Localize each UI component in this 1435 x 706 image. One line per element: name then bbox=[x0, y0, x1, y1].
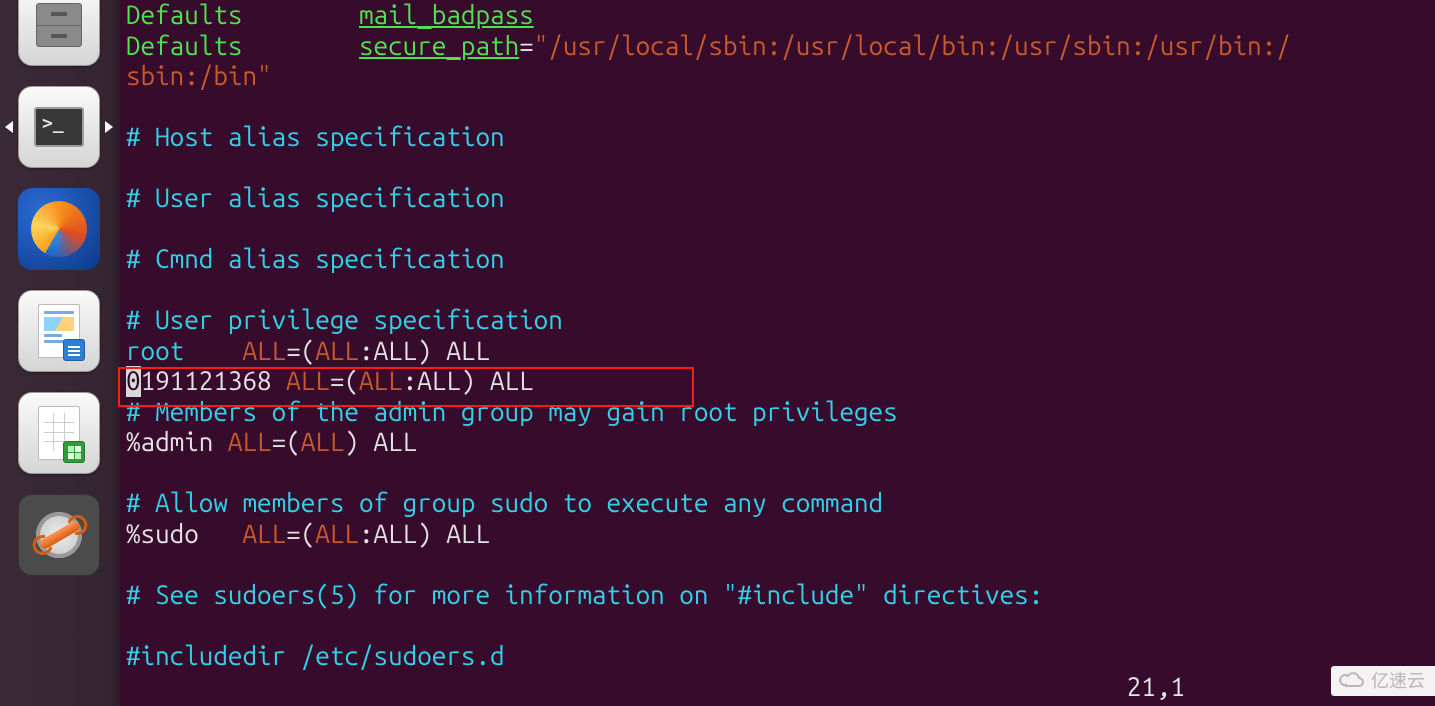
t: ALL bbox=[286, 366, 330, 395]
settings-icon[interactable] bbox=[18, 494, 100, 576]
t: ALL) ALL bbox=[374, 336, 490, 365]
t: Defaults bbox=[126, 31, 242, 60]
t: Defaults bbox=[126, 0, 242, 29]
t: ALL bbox=[243, 336, 287, 365]
watermark: 亿速云 bbox=[1331, 666, 1435, 696]
calc-icon[interactable] bbox=[18, 392, 100, 474]
t: ALL bbox=[359, 366, 403, 395]
t: ALL bbox=[315, 519, 359, 548]
t: ALL bbox=[228, 427, 272, 456]
firefox-glyph bbox=[31, 201, 87, 257]
cursor-position: 21,1 bbox=[1127, 672, 1185, 703]
firefox-icon[interactable] bbox=[18, 188, 100, 270]
t: ALL bbox=[301, 427, 345, 456]
t: = bbox=[519, 31, 534, 60]
file-cabinet-glyph bbox=[36, 3, 82, 47]
writer-glyph bbox=[38, 304, 80, 358]
t: ALL bbox=[374, 427, 418, 456]
terminal-icon[interactable] bbox=[18, 86, 100, 168]
t: #includedir /etc/sudoers.d bbox=[126, 641, 505, 670]
t: # Members of the admin group may gain ro… bbox=[126, 397, 898, 426]
t: "/usr/local/sbin:/usr/local/bin:/usr/sbi… bbox=[534, 31, 1291, 60]
terminal-editor-pane[interactable]: Defaults mail_badpass Defaults secure_pa… bbox=[120, 0, 1435, 706]
t: # Cmnd alias specification bbox=[126, 244, 505, 273]
gear-wrench-glyph bbox=[32, 508, 86, 562]
t: secure_path bbox=[359, 31, 519, 60]
t: %sudo bbox=[126, 519, 242, 548]
t: : bbox=[403, 366, 418, 395]
t: ALL bbox=[242, 519, 286, 548]
focused-indicator-right bbox=[105, 121, 113, 133]
t: 191121368 bbox=[141, 366, 287, 395]
t: : bbox=[359, 519, 374, 548]
watermark-text: 亿速云 bbox=[1371, 671, 1425, 691]
unity-launcher bbox=[0, 0, 120, 706]
running-indicator-left bbox=[5, 121, 13, 133]
editor-content: Defaults mail_badpass Defaults secure_pa… bbox=[126, 0, 1429, 671]
files-icon[interactable] bbox=[18, 0, 100, 66]
t: =( bbox=[272, 427, 301, 456]
t: =( bbox=[330, 366, 359, 395]
cursor: 0 bbox=[126, 366, 141, 397]
t: # Allow members of group sudo to execute… bbox=[126, 488, 883, 517]
t: root bbox=[126, 336, 184, 365]
cloud-icon bbox=[1339, 670, 1365, 690]
t: =( bbox=[286, 336, 315, 365]
t: ALL) ALL bbox=[374, 519, 490, 548]
t: sbin:/bin" bbox=[126, 61, 272, 90]
t: # User alias specification bbox=[126, 183, 505, 212]
writer-icon[interactable] bbox=[18, 290, 100, 372]
t: : bbox=[359, 336, 374, 365]
t: =( bbox=[286, 519, 315, 548]
terminal-glyph bbox=[34, 107, 84, 147]
t: # See sudoers(5) for more information on… bbox=[126, 580, 1043, 609]
t: mail_badpass bbox=[359, 0, 534, 29]
calc-glyph bbox=[38, 406, 80, 460]
t: ALL) ALL bbox=[417, 366, 533, 395]
t: ALL bbox=[315, 336, 359, 365]
t: # User privilege specification bbox=[126, 305, 563, 334]
t: ) bbox=[344, 427, 373, 456]
t: %admin bbox=[126, 427, 228, 456]
t: # Host alias specification bbox=[126, 122, 505, 151]
